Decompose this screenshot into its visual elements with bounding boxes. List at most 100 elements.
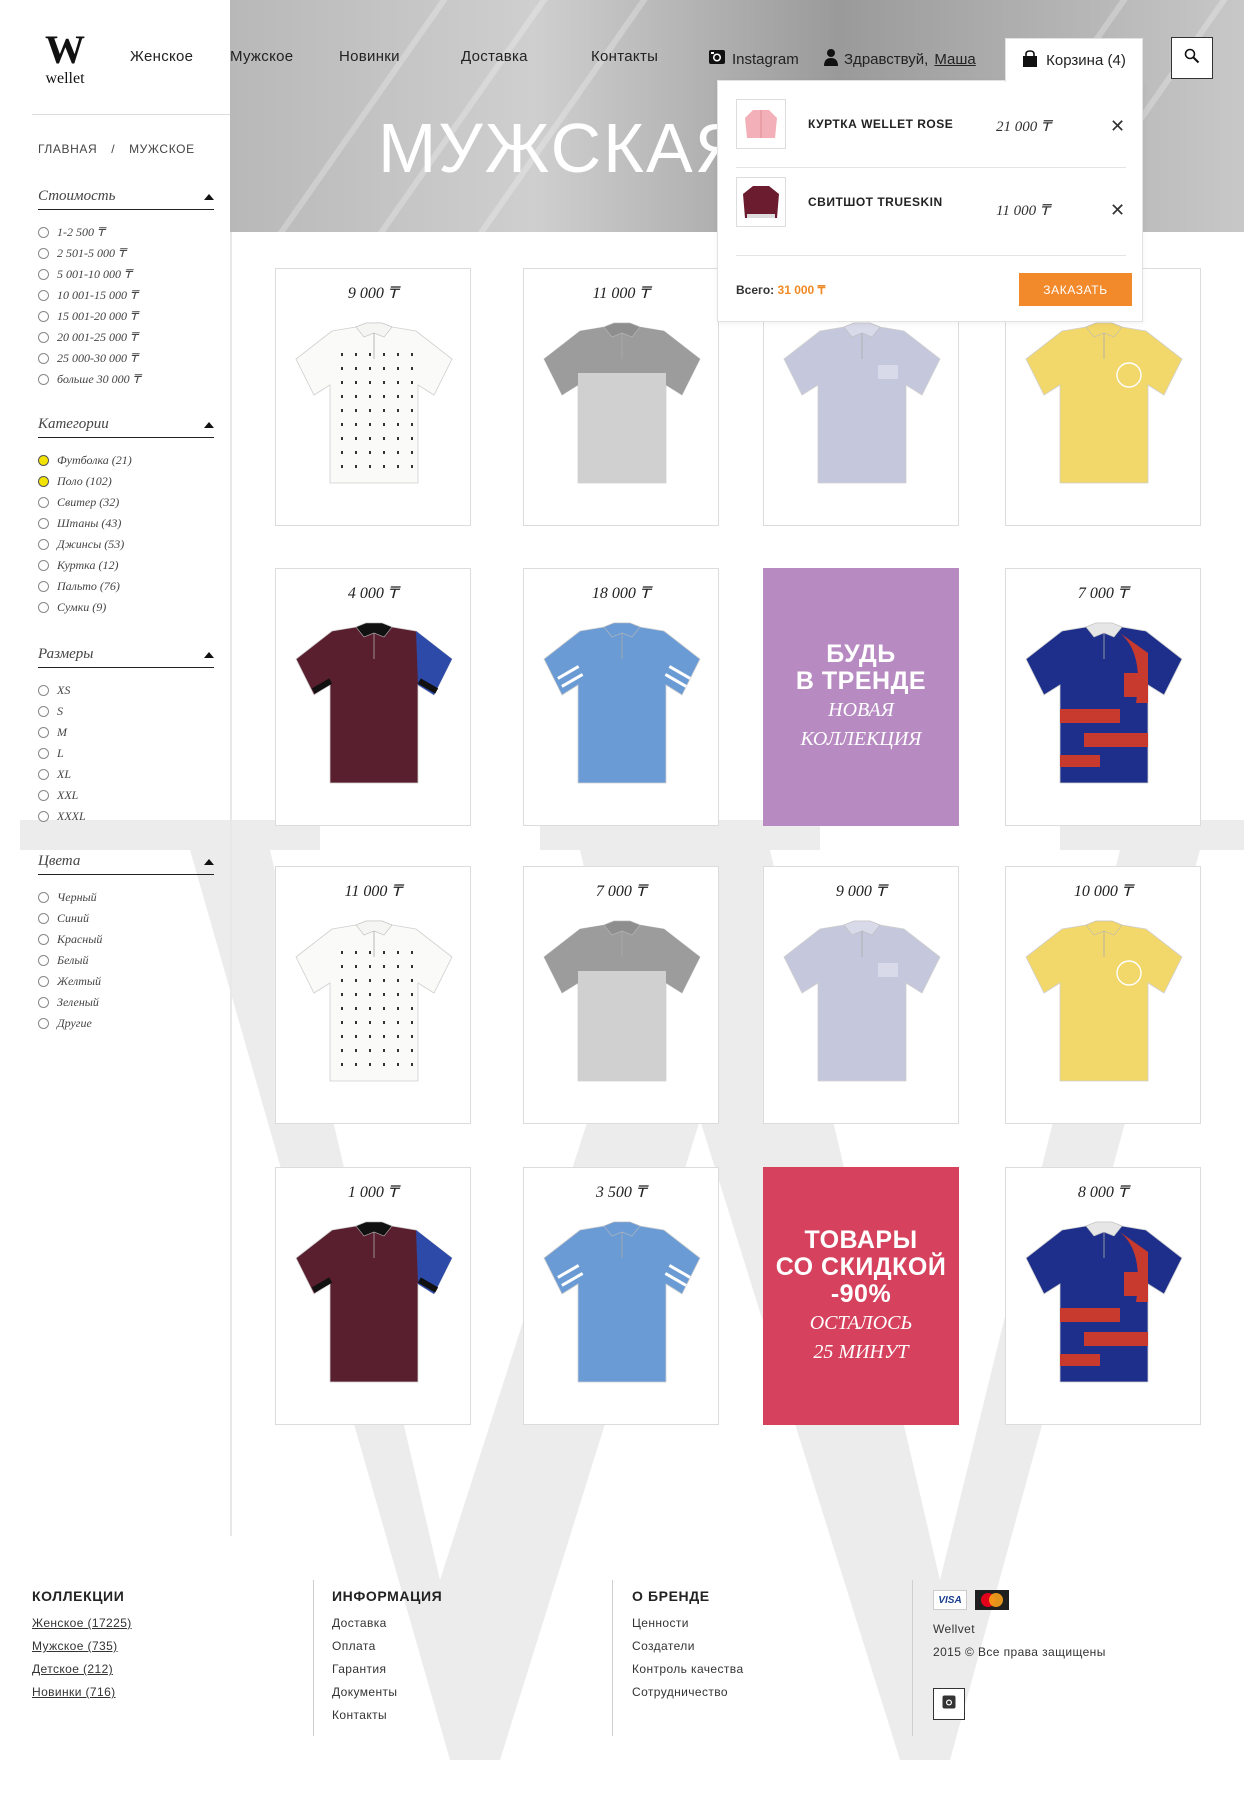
product-card[interactable]: 3 500 ₸: [523, 1167, 719, 1425]
radio-button[interactable]: [38, 811, 49, 822]
filter-option[interactable]: Желтый: [38, 971, 214, 992]
filter-option[interactable]: 1-2 500 ₸: [38, 222, 214, 243]
instagram-link[interactable]: Instagram: [708, 48, 799, 70]
radio-button[interactable]: [38, 997, 49, 1008]
filter-option[interactable]: Белый: [38, 950, 214, 971]
product-card[interactable]: 11 000 ₸: [275, 866, 471, 1124]
filter-option[interactable]: Свитер (32): [38, 492, 214, 513]
filter-option[interactable]: Черный: [38, 887, 214, 908]
radio-button[interactable]: [38, 227, 49, 238]
remove-item-button[interactable]: ✕: [1110, 117, 1125, 135]
filter-option[interactable]: Синий: [38, 908, 214, 929]
filter-option[interactable]: больше 30 000 ₸: [38, 369, 214, 390]
filter-option[interactable]: Штаны (43): [38, 513, 214, 534]
nav-women[interactable]: Женское: [130, 48, 193, 65]
radio-button[interactable]: [38, 497, 49, 508]
radio-button[interactable]: [38, 476, 49, 487]
nav-delivery[interactable]: Доставка: [461, 48, 528, 65]
product-card[interactable]: 4 000 ₸: [275, 568, 471, 826]
breadcrumb-home[interactable]: ГЛАВНАЯ: [38, 142, 97, 156]
radio-button[interactable]: [38, 934, 49, 945]
filter-option[interactable]: Красный: [38, 929, 214, 950]
instagram-footer-button[interactable]: [933, 1688, 965, 1720]
radio-button[interactable]: [38, 248, 49, 259]
radio-button[interactable]: [38, 311, 49, 322]
cart-item-thumbnail[interactable]: [736, 99, 786, 149]
filter-option[interactable]: Джинсы (53): [38, 534, 214, 555]
filter-option[interactable]: 2 501-5 000 ₸: [38, 243, 214, 264]
remove-item-button[interactable]: ✕: [1110, 201, 1125, 219]
user-name[interactable]: Маша: [934, 51, 975, 68]
filter-option[interactable]: XXL: [38, 785, 214, 806]
product-card[interactable]: 7 000 ₸: [1005, 568, 1201, 826]
nav-contacts[interactable]: Контакты: [591, 48, 658, 65]
footer-link[interactable]: Контакты: [332, 1708, 442, 1731]
filter-option[interactable]: 25 000-30 000 ₸: [38, 348, 214, 369]
radio-button[interactable]: [38, 790, 49, 801]
footer-link[interactable]: Ценности: [632, 1616, 744, 1639]
filter-sizes-header[interactable]: Размеры: [38, 646, 214, 668]
filter-option[interactable]: Поло (102): [38, 471, 214, 492]
filter-option[interactable]: Сумки (9): [38, 597, 214, 618]
radio-button[interactable]: [38, 769, 49, 780]
cart-button[interactable]: Корзина (4): [1005, 38, 1143, 82]
search-button[interactable]: [1171, 37, 1213, 79]
filter-option[interactable]: 5 001-10 000 ₸: [38, 264, 214, 285]
user-greeting[interactable]: Здравствуй, Маша: [824, 48, 976, 70]
radio-button[interactable]: [38, 290, 49, 301]
footer-link[interactable]: Женское (17225): [32, 1616, 132, 1639]
cart-item-title[interactable]: СВИТШОТ TRUESKIN: [808, 195, 943, 209]
product-card[interactable]: 9 000 ₸: [763, 866, 959, 1124]
filter-option[interactable]: L: [38, 743, 214, 764]
radio-button[interactable]: [38, 748, 49, 759]
radio-button[interactable]: [38, 955, 49, 966]
filter-option[interactable]: XL: [38, 764, 214, 785]
filter-option[interactable]: 15 001-20 000 ₸: [38, 306, 214, 327]
filter-option[interactable]: Куртка (12): [38, 555, 214, 576]
filter-option[interactable]: S: [38, 701, 214, 722]
nav-men[interactable]: Мужское: [230, 48, 293, 65]
filter-option[interactable]: XXXL: [38, 806, 214, 827]
product-card[interactable]: 11 000 ₸: [523, 268, 719, 526]
footer-link[interactable]: Доставка: [332, 1616, 442, 1639]
radio-button[interactable]: [38, 913, 49, 924]
radio-button[interactable]: [38, 269, 49, 280]
promo-banner[interactable]: БУДЬ В ТРЕНДЕ НОВАЯ КОЛЛЕКЦИЯ: [763, 568, 959, 826]
radio-button[interactable]: [38, 685, 49, 696]
radio-button[interactable]: [38, 332, 49, 343]
footer-link[interactable]: Сотрудничество: [632, 1685, 744, 1708]
filter-option[interactable]: XS: [38, 680, 214, 701]
footer-link[interactable]: Создатели: [632, 1639, 744, 1662]
cart-item-thumbnail[interactable]: [736, 177, 786, 227]
footer-link[interactable]: Контроль качества: [632, 1662, 744, 1685]
filter-option[interactable]: 20 001-25 000 ₸: [38, 327, 214, 348]
radio-button[interactable]: [38, 374, 49, 385]
radio-button[interactable]: [38, 560, 49, 571]
product-card[interactable]: 1 000 ₸: [275, 1167, 471, 1425]
product-card[interactable]: 18 000 ₸: [523, 568, 719, 826]
filter-price-header[interactable]: Стоимость: [38, 188, 214, 210]
product-card[interactable]: 7 000 ₸: [523, 866, 719, 1124]
product-card[interactable]: 9 000 ₸: [275, 268, 471, 526]
radio-button[interactable]: [38, 539, 49, 550]
footer-link[interactable]: Детское (212): [32, 1662, 132, 1685]
radio-button[interactable]: [38, 602, 49, 613]
order-button[interactable]: ЗАКАЗАТЬ: [1019, 273, 1132, 306]
radio-button[interactable]: [38, 727, 49, 738]
radio-button[interactable]: [38, 518, 49, 529]
filter-option[interactable]: Пальто (76): [38, 576, 214, 597]
radio-button[interactable]: [38, 976, 49, 987]
radio-button[interactable]: [38, 581, 49, 592]
filter-option[interactable]: 10 001-15 000 ₸: [38, 285, 214, 306]
radio-button[interactable]: [38, 353, 49, 364]
promo-banner[interactable]: ТОВАРЫ СО СКИДКОЙ -90% ОСТАЛОСЬ 25 МИНУТ: [763, 1167, 959, 1425]
footer-link[interactable]: Документы: [332, 1685, 442, 1708]
filter-option[interactable]: Футболка (21): [38, 450, 214, 471]
filter-option[interactable]: Зеленый: [38, 992, 214, 1013]
radio-button[interactable]: [38, 1018, 49, 1029]
radio-button[interactable]: [38, 892, 49, 903]
product-card[interactable]: 10 000 ₸: [1005, 866, 1201, 1124]
footer-link[interactable]: Оплата: [332, 1639, 442, 1662]
filter-option[interactable]: Другие: [38, 1013, 214, 1034]
footer-link[interactable]: Новинки (716): [32, 1685, 132, 1708]
